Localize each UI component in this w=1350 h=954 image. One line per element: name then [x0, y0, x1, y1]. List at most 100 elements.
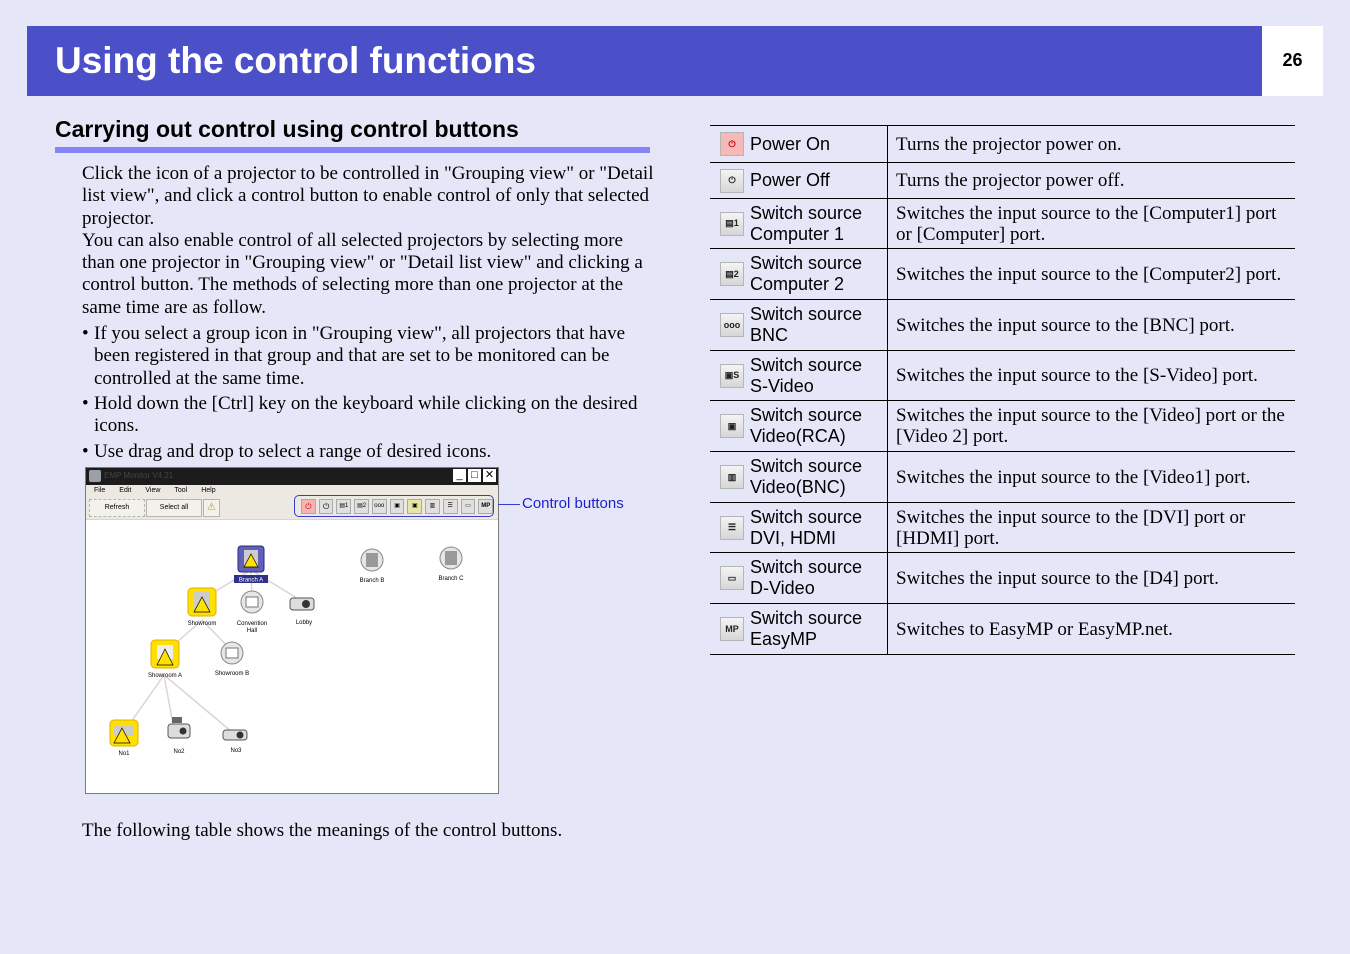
window-controls: _ □ ✕: [453, 469, 496, 482]
button-name-line1: Switch source: [750, 506, 863, 527]
button-cell: MP Switch source EasyMP: [710, 603, 888, 655]
window-title: EMP Monitor V4.21: [104, 471, 174, 480]
node-convention-hall[interactable]: Convention Hall: [237, 590, 267, 634]
node-no2[interactable]: No2: [167, 717, 191, 755]
dvi-hdmi-icon[interactable]: ☰: [442, 498, 458, 514]
table-row: ▣S Switch source S-Video Switches the input…: [710, 350, 1295, 401]
button-name-line2: Video(RCA): [750, 426, 846, 446]
button-cell: ⏻ Power On: [710, 125, 888, 163]
table-row: ▤1 Switch source Computer 1 Switches the in…: [710, 198, 1295, 249]
button-name: Switch source BNC: [750, 304, 862, 346]
node-showroom-b[interactable]: Showroom B: [215, 641, 249, 677]
button-cell: ▣S Switch source S-Video: [710, 350, 888, 401]
warning-button[interactable]: ⚠: [203, 499, 220, 517]
paragraph: You can also enable control of all selec…: [82, 229, 643, 318]
video-rca-icon[interactable]: ▣: [407, 498, 423, 514]
select-all-button[interactable]: Select all: [146, 499, 202, 517]
menu-edit[interactable]: Edit: [119, 485, 131, 497]
paragraph: Click the icon of a projector to be cont…: [82, 163, 654, 229]
node-lobby[interactable]: Lobby: [289, 597, 315, 626]
node-branch-c[interactable]: Branch C: [438, 546, 464, 582]
button-name: Switch source Computer 2: [750, 253, 862, 295]
button-name-line1: Switch source: [750, 557, 863, 577]
button-name-line1: Switch source: [750, 405, 863, 425]
node-showroom[interactable]: Showroom: [187, 587, 217, 627]
d-video-icon[interactable]: ▭: [460, 498, 476, 514]
bullet-item: Hold down the [Ctrl] key on the keyboard…: [82, 393, 657, 438]
node-no3[interactable]: No3: [222, 729, 248, 754]
node-label: No1: [118, 751, 130, 757]
button-name: Switch source D-Video: [750, 557, 862, 599]
menu-file[interactable]: File: [94, 485, 105, 497]
control-buttons-group: ⏻ ⏻ ▤1 ▤2 ooo ▣ ▣ ▥ ☰ ▭ MP: [294, 495, 494, 517]
node-label: Convention: [237, 621, 267, 627]
button-description: Switches the input source to the [DVI] p…: [887, 502, 1295, 553]
easymp-icon[interactable]: MP: [478, 498, 494, 514]
page-number: 26: [1282, 50, 1303, 70]
node-label: Hall: [247, 628, 257, 634]
table-row: ▭ Switch source D-Video Switches the input …: [710, 552, 1295, 604]
computer1-icon: ▤1: [720, 211, 744, 236]
button-description: Switches to EasyMP or EasyMP.net.: [887, 603, 1295, 655]
table-row: MP Switch source EasyMP Switches to EasyMP …: [710, 603, 1295, 655]
menu-help[interactable]: Help: [201, 485, 215, 497]
button-label: ☰ Switch source DVI, HDMI: [720, 507, 887, 549]
button-name: Power On: [750, 134, 830, 155]
button-label: ▣ Switch source Video(RCA): [720, 405, 887, 447]
bnc-icon[interactable]: ooo: [371, 498, 387, 514]
button-name-line2: BNC: [750, 325, 789, 345]
power-off-icon[interactable]: ⏻: [318, 498, 334, 514]
button-label: ▥ Switch source Video(BNC): [720, 456, 887, 498]
close-icon[interactable]: ✕: [483, 469, 496, 482]
refresh-button[interactable]: Refresh: [89, 499, 145, 517]
warning-icon: ⚠: [207, 502, 216, 513]
button-name: Switch source S-Video: [750, 355, 862, 397]
button-name-line1: Switch source: [750, 608, 863, 628]
button-name: Switch source Computer 1: [750, 203, 862, 245]
minimize-icon[interactable]: _: [453, 469, 466, 482]
video-bnc-icon[interactable]: ▥: [425, 498, 440, 514]
node-no1[interactable]: No1: [109, 719, 139, 757]
button-label: ooo Switch source BNC: [720, 304, 887, 346]
node-branch-b[interactable]: Branch B: [360, 548, 385, 584]
node-showroom-a[interactable]: Showroom A: [148, 639, 182, 679]
button-cell: ooo Switch source BNC: [710, 299, 888, 351]
menu-view[interactable]: View: [145, 485, 160, 497]
easymp-icon: MP: [720, 617, 744, 641]
button-name-line2: Video(BNC): [750, 477, 846, 497]
button-name-line2: DVI, HDMI: [750, 527, 837, 548]
section-rule: [55, 147, 650, 153]
power-off-icon: ⏻: [720, 168, 744, 193]
dvi-hdmi-icon: ☰: [720, 515, 744, 540]
computer1-icon[interactable]: ▤1: [336, 498, 352, 514]
computer2-icon[interactable]: ▤2: [354, 498, 369, 514]
node-label: No2: [173, 749, 185, 755]
node-label: No3: [230, 748, 242, 754]
power-on-icon: ⏻: [720, 132, 744, 156]
button-name-line1: Switch source: [750, 253, 863, 273]
table-row: ooo Switch source BNC Switches the input so…: [710, 299, 1295, 351]
page-number-box: 26: [1262, 26, 1323, 96]
body-text: Click the icon of a projector to be cont…: [82, 163, 657, 466]
maximize-icon[interactable]: □: [468, 469, 481, 482]
bnc-icon: ooo: [720, 313, 744, 337]
table-row: ☰ Switch source DVI, HDMI Switches the inpu…: [710, 502, 1295, 553]
menu-tool[interactable]: Tool: [174, 485, 187, 497]
button-description: Switches the input source to the [Video1…: [887, 451, 1295, 503]
node-label: Lobby: [296, 620, 312, 626]
node-label: Showroom: [188, 621, 217, 627]
button-description: Switches the input source to the [Comput…: [887, 198, 1295, 249]
button-label: ⏻ Power Off: [720, 168, 887, 193]
button-description: Turns the projector power off.: [887, 162, 1295, 199]
s-video-icon[interactable]: ▣: [389, 498, 405, 514]
button-name-line2: EasyMP: [750, 629, 818, 649]
button-cell: ▤2 Switch source Computer 2: [710, 248, 888, 300]
node-branch-a[interactable]: Branch A: [234, 545, 268, 584]
d-video-icon: ▭: [720, 566, 744, 590]
button-name: Power Off: [750, 170, 830, 191]
control-buttons-table: ⏻ Power On Turns the projector power on. ⏻ P…: [710, 125, 1295, 655]
button-description: Switches the input source to the [Video]…: [887, 400, 1295, 452]
power-on-icon[interactable]: ⏻: [301, 498, 316, 514]
button-name: Switch source DVI, HDMI: [750, 507, 862, 549]
button-name-line1: Switch source: [750, 354, 863, 375]
